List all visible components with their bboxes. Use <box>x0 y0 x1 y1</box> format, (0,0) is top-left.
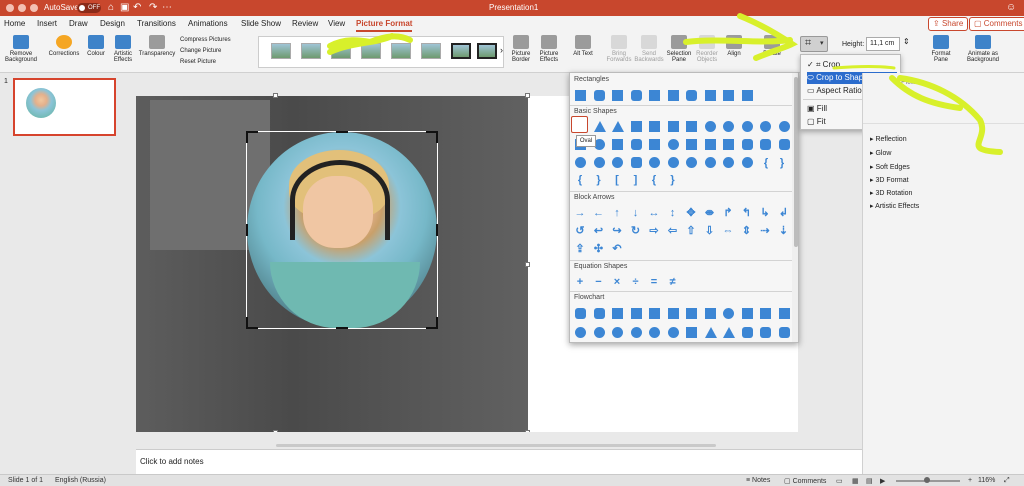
marker-stroke-arrow-top <box>683 13 798 61</box>
annotation-marks <box>327 13 1003 155</box>
marker-stroke-arrow-right <box>889 75 1003 155</box>
marker-stroke-crop-to-shape <box>832 65 896 70</box>
marker-stroke-gallery <box>327 33 413 55</box>
